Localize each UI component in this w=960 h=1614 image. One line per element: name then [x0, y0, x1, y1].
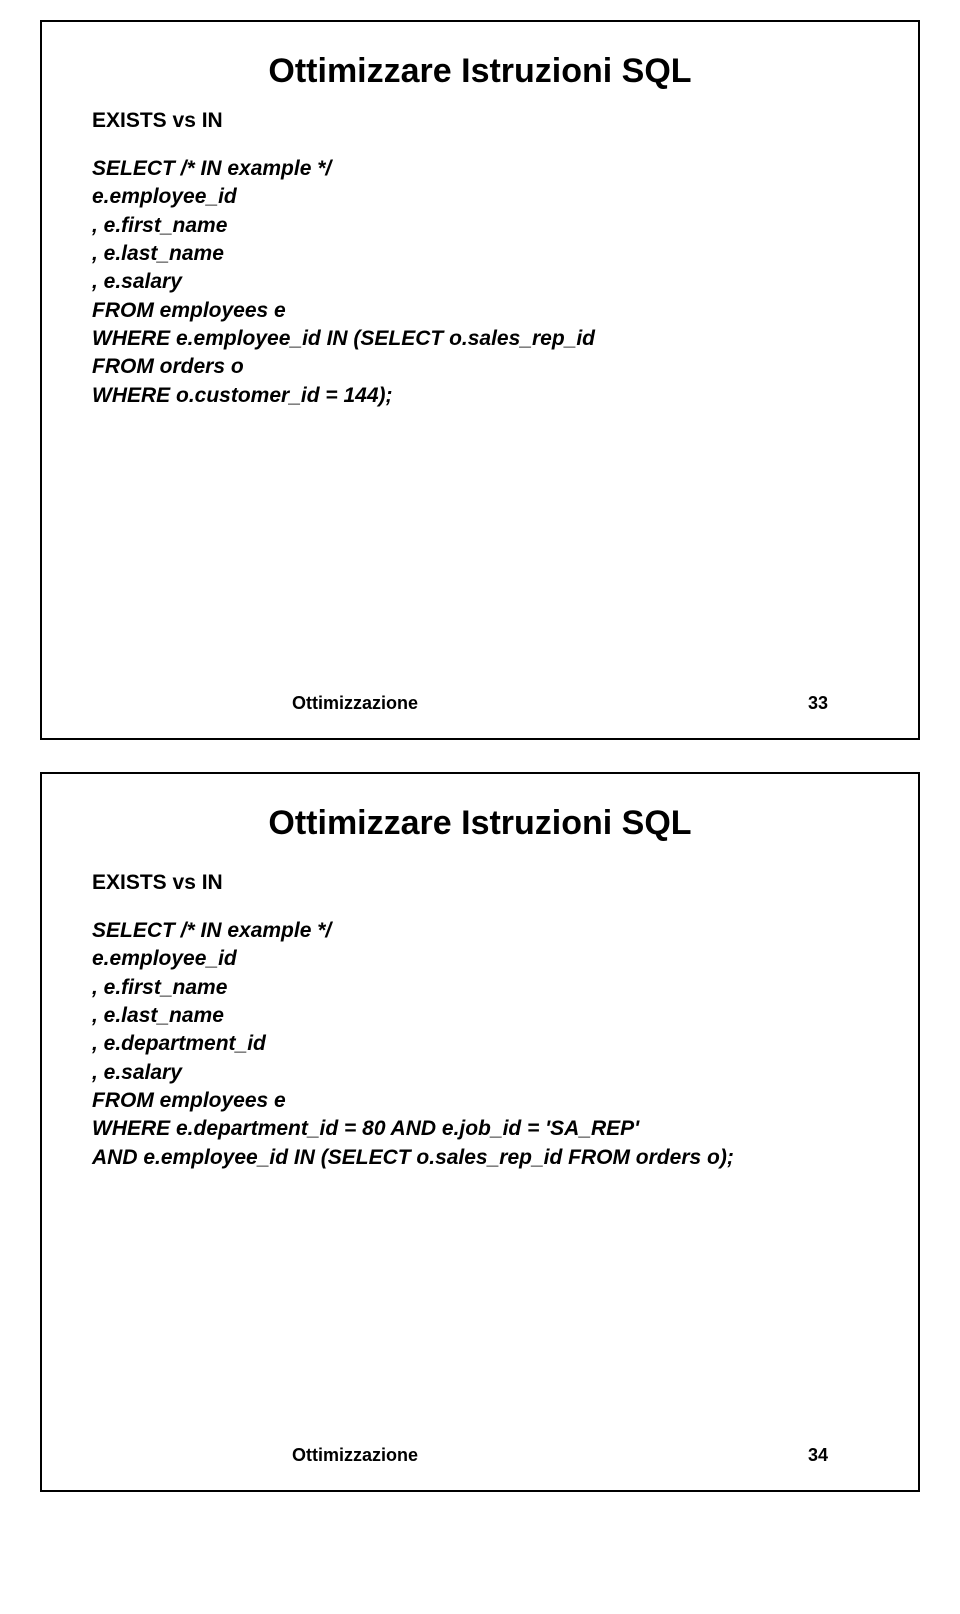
section-label: EXISTS vs IN: [92, 109, 868, 133]
slide-title: Ottimizzare Istruzioni SQL: [92, 804, 868, 843]
footer-label: Ottimizzazione: [292, 693, 418, 714]
footer-label: Ottimizzazione: [292, 1445, 418, 1466]
slide-title: Ottimizzare Istruzioni SQL: [92, 52, 868, 91]
slide-1: Ottimizzare Istruzioni SQL EXISTS vs IN …: [0, 0, 960, 752]
slide-2: Ottimizzare Istruzioni SQL EXISTS vs IN …: [0, 752, 960, 1504]
sql-code-block: SELECT /* IN example */ e.employee_id , …: [92, 917, 868, 1172]
section-label: EXISTS vs IN: [92, 871, 868, 895]
slide-footer: Ottimizzazione 34: [92, 1445, 868, 1470]
page-number: 33: [808, 693, 828, 714]
slide-frame: Ottimizzare Istruzioni SQL EXISTS vs IN …: [40, 772, 920, 1492]
slide-frame: Ottimizzare Istruzioni SQL EXISTS vs IN …: [40, 20, 920, 740]
slide-footer: Ottimizzazione 33: [92, 693, 868, 718]
sql-code-block: SELECT /* IN example */ e.employee_id , …: [92, 155, 868, 410]
page-number: 34: [808, 1445, 828, 1466]
